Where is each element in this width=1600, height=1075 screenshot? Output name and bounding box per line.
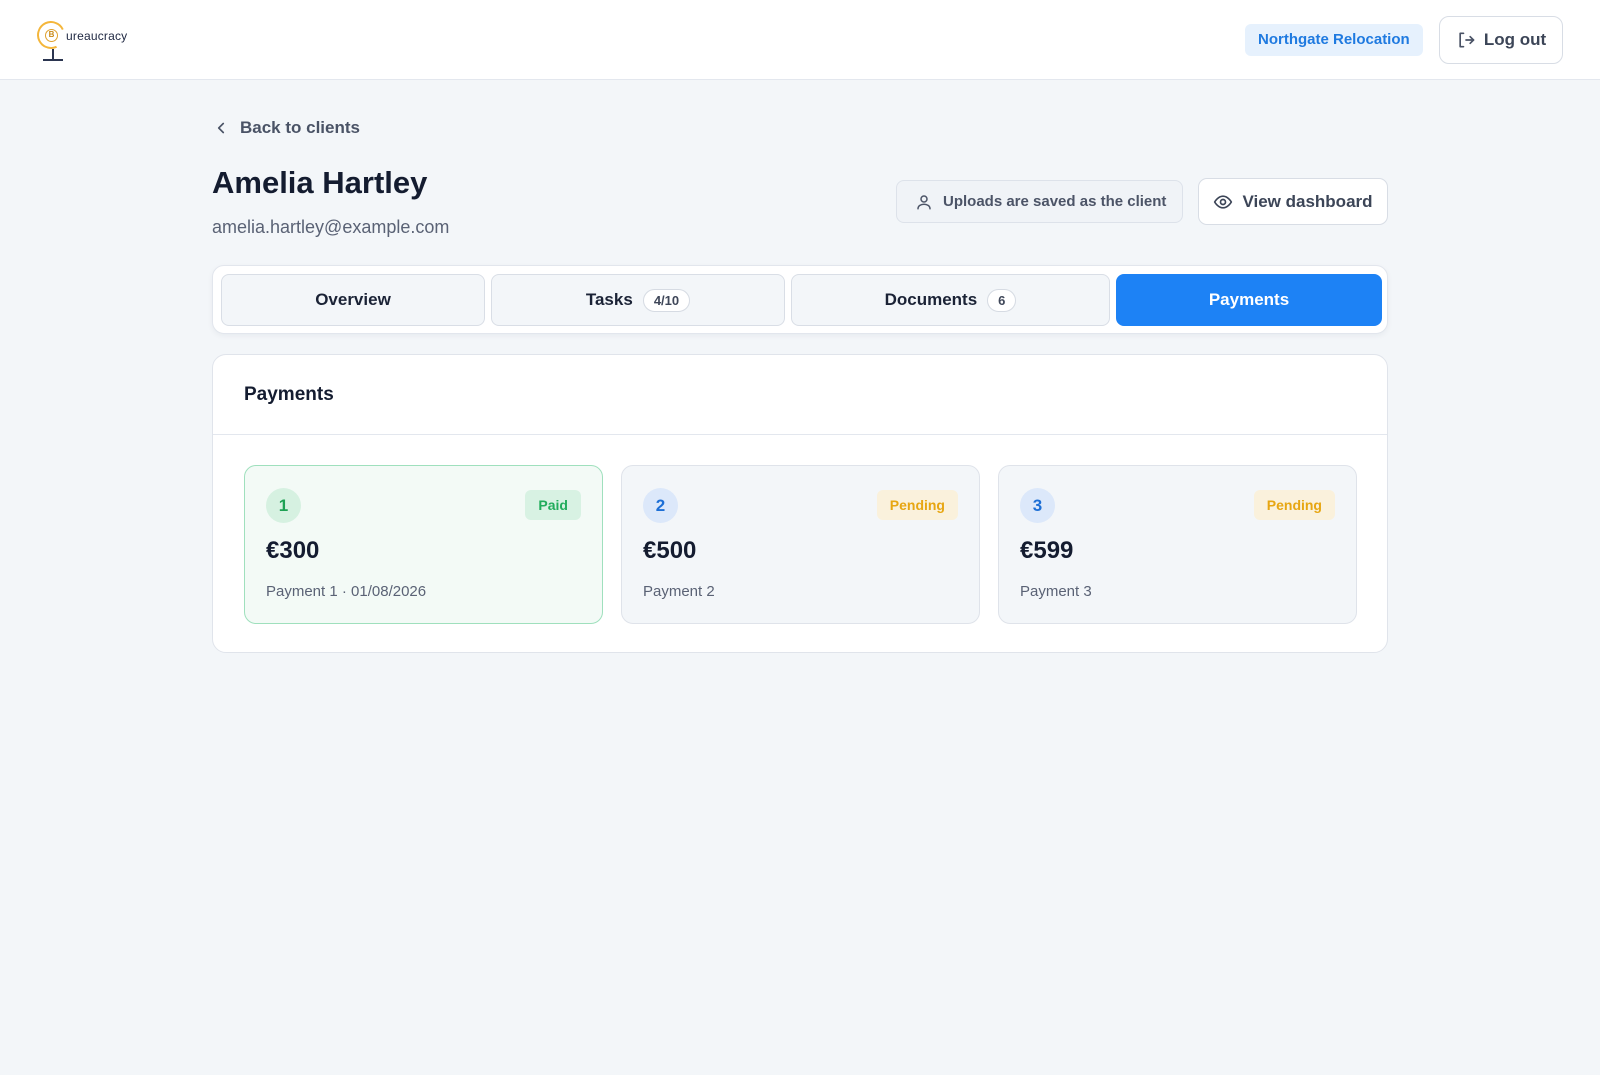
- status-badge: Pending: [1253, 490, 1335, 520]
- globe-logo-icon: B: [33, 17, 69, 61]
- tab-payments[interactable]: Payments: [1116, 274, 1382, 326]
- logout-button[interactable]: Log out: [1439, 16, 1563, 64]
- view-dashboard-button[interactable]: View dashboard: [1198, 178, 1388, 225]
- app-logo[interactable]: B ureaucracy: [33, 17, 140, 61]
- user-icon: [917, 194, 931, 209]
- status-badge: Paid: [525, 490, 581, 520]
- tab-documents[interactable]: Documents 6: [791, 274, 1110, 326]
- tab-tasks[interactable]: Tasks 4/10: [491, 274, 785, 326]
- documents-count-badge: 6: [987, 288, 1017, 312]
- eye-icon: [1214, 194, 1233, 209]
- uploads-note: Uploads are saved as the client: [896, 180, 1183, 223]
- payment-amount: €500: [643, 537, 697, 564]
- tasks-count-badge: 4/10: [642, 288, 691, 312]
- tab-overview[interactable]: Overview: [221, 274, 485, 326]
- tab-label: Overview: [315, 290, 391, 309]
- view-dashboard-label: View dashboard: [1242, 191, 1373, 211]
- panel-divider: [213, 434, 1387, 435]
- payment-number: 3: [1020, 488, 1055, 523]
- logo-text: ureaucracy: [66, 29, 128, 43]
- organization-badge: Northgate Relocation: [1245, 24, 1423, 56]
- payment-amount: €300: [266, 537, 320, 564]
- payment-description: Payment 3: [1020, 583, 1092, 600]
- payment-description: Payment 1 · 01/08/2026: [266, 583, 427, 600]
- chevron-left-icon: [217, 122, 225, 134]
- back-link-label: Back to clients: [240, 118, 360, 137]
- payment-number: 1: [266, 488, 301, 523]
- status-badge: Pending: [876, 490, 958, 520]
- client-name: Amelia Hartley: [212, 165, 428, 200]
- tab-label: Documents: [884, 290, 978, 309]
- tab-label: Payments: [1208, 290, 1290, 309]
- logout-label: Log out: [1483, 30, 1547, 49]
- logout-icon: [1459, 32, 1475, 48]
- back-to-clients-link[interactable]: Back to clients: [212, 118, 360, 138]
- client-tabs: Overview Tasks 4/10 Documents 6 Payments: [212, 265, 1388, 334]
- payment-amount: €599: [1020, 537, 1074, 564]
- payments-panel: Payments 1 Paid €300 Payment 1 · 01/08/2…: [212, 354, 1388, 653]
- tab-label: Tasks: [585, 290, 633, 309]
- payment-description: Payment 2: [643, 583, 715, 600]
- payment-card[interactable]: 1 Paid €300 Payment 1 · 01/08/2026: [244, 465, 603, 624]
- uploads-note-text: Uploads are saved as the client: [943, 193, 1167, 210]
- payment-number: 2: [643, 488, 678, 523]
- panel-title: Payments: [244, 384, 334, 405]
- top-bar: B ureaucracy Northgate Relocation Log ou…: [0, 0, 1600, 80]
- payment-card[interactable]: 3 Pending €599 Payment 3: [998, 465, 1357, 624]
- client-email: amelia.hartley@example.com: [212, 217, 450, 237]
- payment-card[interactable]: 2 Pending €500 Payment 2: [621, 465, 980, 624]
